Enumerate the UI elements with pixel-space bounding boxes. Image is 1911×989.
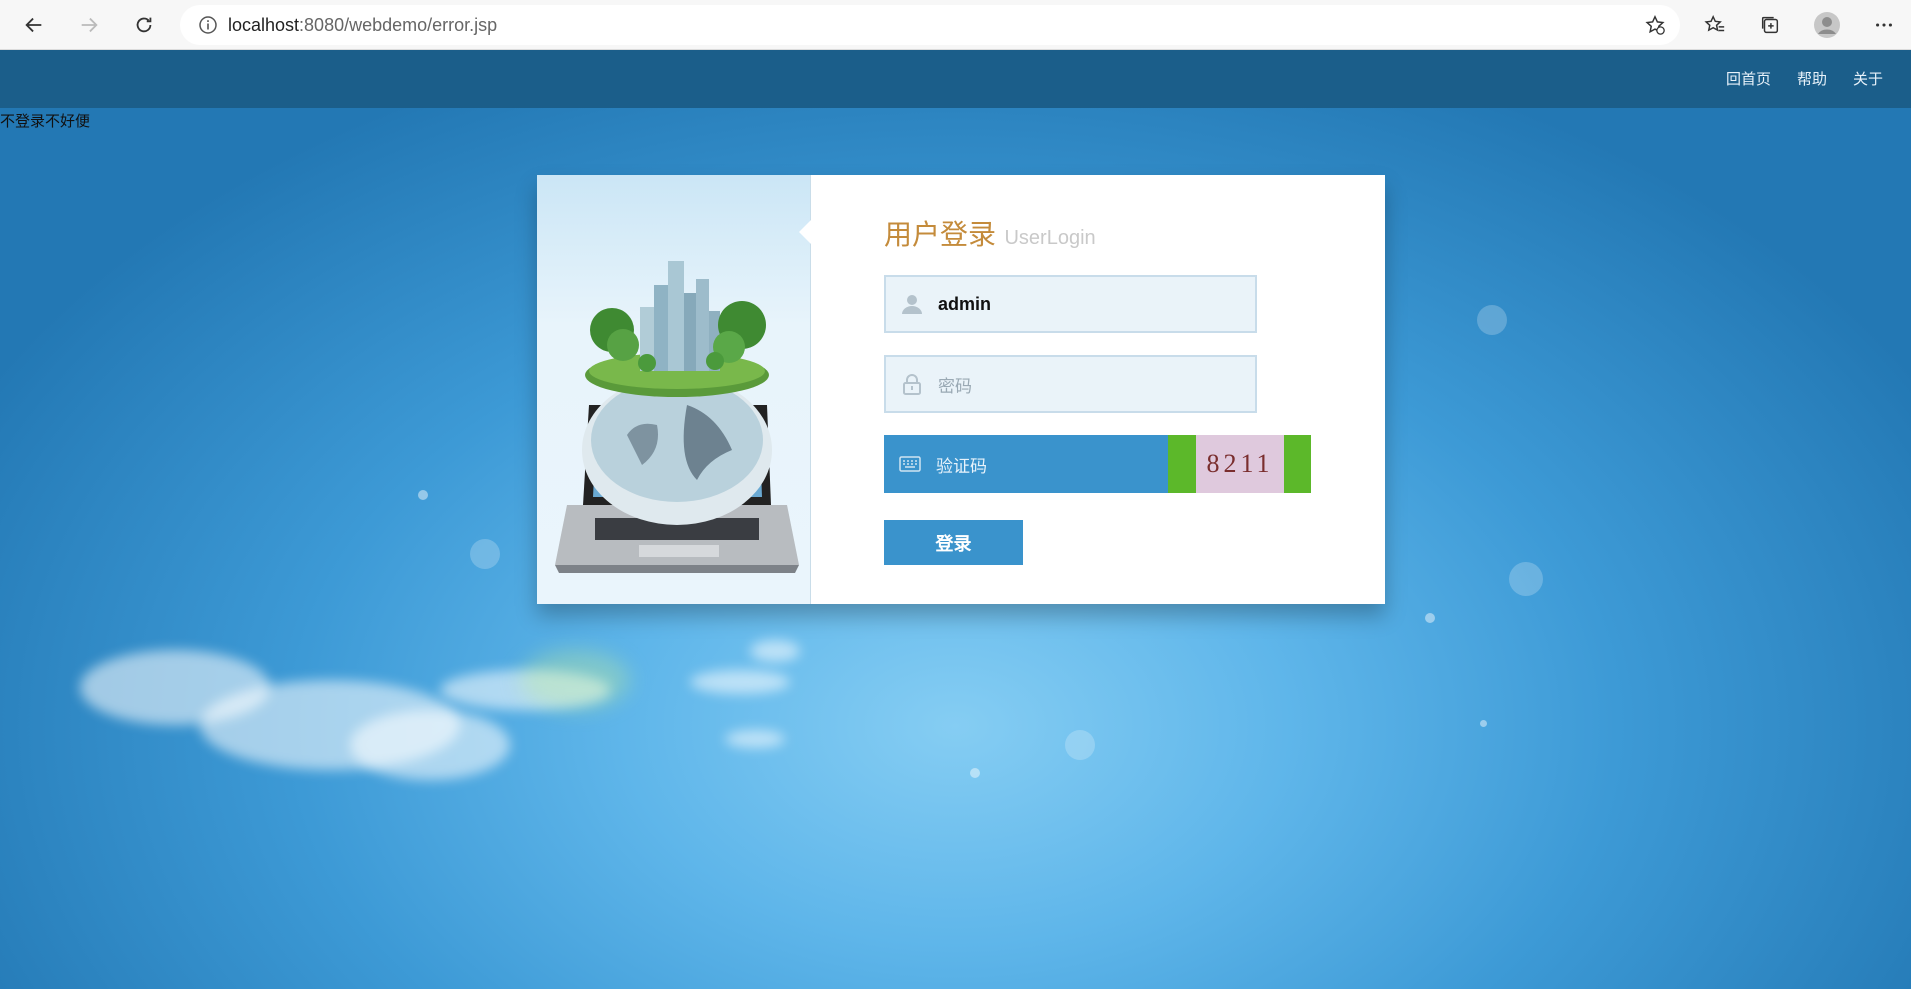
decor-bubble — [1477, 305, 1507, 335]
avatar-icon — [1814, 12, 1840, 38]
captcha-code: 8211 — [1196, 435, 1284, 493]
favorites-button[interactable] — [1697, 7, 1733, 43]
back-button[interactable] — [16, 7, 52, 43]
decor-glow — [520, 650, 630, 710]
login-panel: 用户登录 UserLogin admin 密码 验证码 8211 登录 — [537, 175, 1385, 604]
notice-text: 不登录不好便 — [0, 113, 91, 130]
login-title-cn: 用户登录 — [884, 219, 997, 250]
decor-bubble — [470, 539, 500, 569]
decor-cloud — [350, 710, 510, 780]
login-title: 用户登录 UserLogin — [884, 213, 1096, 253]
password-field[interactable]: 密码 — [884, 355, 1257, 413]
decor-cloud — [750, 640, 800, 662]
browser-toolbar: localhost:8080/webdemo/error.jsp — [0, 0, 1911, 50]
decor-bubble — [1065, 730, 1095, 760]
home-link[interactable]: 回首页 — [1726, 68, 1771, 89]
page-background: 回首页 帮助 关于 不登录不好便 用户登录 UserLogin admin 密码… — [0, 50, 1911, 989]
url-text: localhost:8080/webdemo/error.jsp — [228, 14, 498, 35]
password-placeholder: 密码 — [938, 376, 972, 396]
about-link[interactable]: 关于 — [1853, 68, 1883, 89]
address-bar[interactable]: localhost:8080/webdemo/error.jsp — [180, 5, 1680, 45]
keyboard-icon — [884, 456, 936, 472]
add-favorite-button[interactable] — [1637, 7, 1673, 43]
site-header: 回首页 帮助 关于 — [0, 50, 1911, 108]
decor-bubble — [1480, 720, 1487, 727]
username-value: admin — [938, 293, 992, 314]
decor-bubble — [970, 768, 980, 778]
captcha-image[interactable]: 8211 — [1168, 435, 1311, 493]
decor-bubble — [1425, 613, 1435, 623]
login-illustration-panel — [537, 175, 811, 604]
forward-arrow-icon — [81, 17, 98, 33]
decor-cloud — [690, 670, 790, 694]
collections-icon — [1761, 16, 1779, 34]
profile-button[interactable] — [1809, 7, 1845, 43]
login-button[interactable]: 登录 — [884, 520, 1023, 565]
collections-button[interactable] — [1752, 7, 1788, 43]
more-menu-button[interactable] — [1866, 7, 1902, 43]
laptop-globe-illustration — [555, 261, 799, 573]
decor-cloud — [725, 730, 785, 748]
user-icon — [886, 293, 938, 315]
back-arrow-icon — [25, 17, 42, 33]
lock-icon — [886, 373, 938, 395]
captcha-field[interactable]: 验证码 8211 — [884, 435, 1311, 493]
forward-button[interactable] — [71, 7, 107, 43]
captcha-placeholder: 验证码 — [936, 456, 987, 476]
site-info-icon[interactable] — [188, 15, 228, 35]
decor-bubble — [1509, 562, 1543, 596]
login-title-en: UserLogin — [1004, 227, 1096, 249]
username-field[interactable]: admin — [884, 275, 1257, 333]
more-dots-icon — [1876, 23, 1892, 27]
decor-bubble — [418, 490, 428, 500]
help-link[interactable]: 帮助 — [1797, 68, 1827, 89]
star-add-icon — [1645, 15, 1665, 35]
reload-icon — [136, 17, 152, 33]
favorites-icon — [1704, 14, 1725, 32]
reload-button[interactable] — [126, 7, 162, 43]
